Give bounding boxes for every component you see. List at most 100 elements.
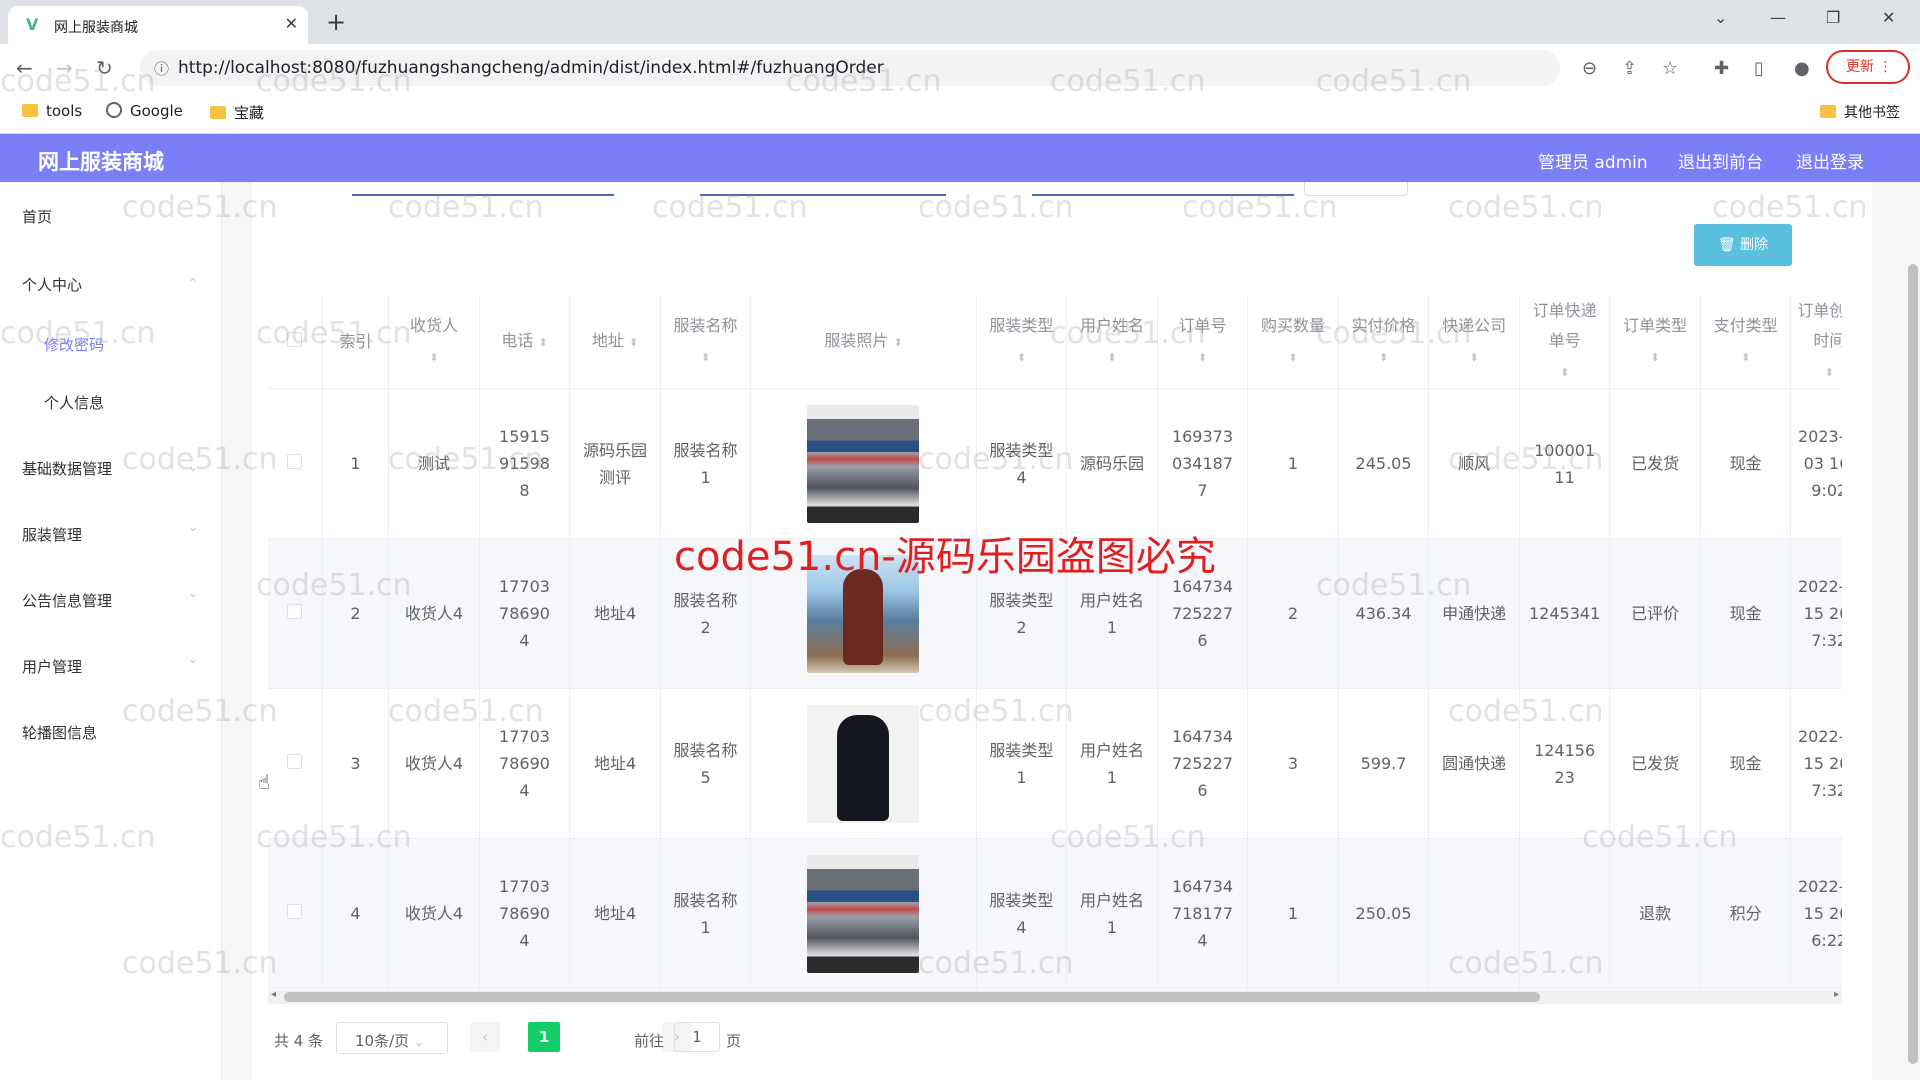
- table-row[interactable]: 4 收货人4 17703786904 地址4 服装名称1 服装类型4 用户姓名1…: [268, 838, 1842, 989]
- col-phone[interactable]: 电话 ⬍: [479, 296, 571, 389]
- back-icon[interactable]: ←: [16, 56, 33, 80]
- col-price[interactable]: 实付价格 ⬍: [1338, 296, 1430, 389]
- sort-icon[interactable]: ⬍: [1741, 351, 1750, 364]
- sort-icon[interactable]: ⬍: [1560, 366, 1569, 379]
- browser-tab[interactable]: V 网上服装商城 ✕: [8, 6, 308, 44]
- sidebar-item-notice[interactable]: 公告信息管理: [22, 590, 112, 611]
- sort-icon[interactable]: ⬍: [1107, 351, 1116, 364]
- bookmark-google[interactable]: Google: [106, 102, 183, 120]
- scroll-left-icon[interactable]: ◂: [271, 989, 276, 1000]
- col-order-type[interactable]: 订单类型 ⬍: [1609, 296, 1701, 389]
- sidepanel-icon[interactable]: ▯: [1754, 58, 1764, 79]
- close-icon[interactable]: ✕: [285, 14, 298, 33]
- table-row[interactable]: 1 测试 15915915988 源码乐园测评 服装名称1 服装类型4 源码乐园…: [268, 388, 1842, 539]
- sort-icon[interactable]: ⬍: [1017, 351, 1026, 364]
- reload-icon[interactable]: ↻: [96, 56, 113, 80]
- star-icon[interactable]: ☆: [1662, 58, 1678, 79]
- cloth-photo[interactable]: [807, 854, 920, 973]
- sort-icon[interactable]: ⬍: [1469, 351, 1478, 364]
- chevron-down-icon[interactable]: ⌄: [1714, 8, 1727, 27]
- row-checkbox[interactable]: [287, 904, 303, 919]
- sidebar-item-carousel[interactable]: 轮播图信息: [22, 722, 97, 743]
- cell-quantity: 1: [1247, 388, 1339, 539]
- info-icon[interactable]: ⓘ: [154, 58, 169, 79]
- sidebar-item-users[interactable]: 用户管理: [22, 656, 82, 677]
- other-bookmarks[interactable]: 其他书签: [1820, 102, 1900, 122]
- sort-icon[interactable]: ⬍: [701, 351, 710, 364]
- sidebar-item-basic-data[interactable]: 基础数据管理: [22, 458, 112, 479]
- window-close-icon[interactable]: ✕: [1882, 8, 1895, 27]
- col-tracking-no[interactable]: 订单快递单号 ⬍: [1519, 296, 1611, 389]
- cell-text: 1647347252276: [1171, 577, 1234, 650]
- sidebar-item-clothing[interactable]: 服装管理: [22, 524, 82, 545]
- cell-price: 599.7: [1338, 688, 1430, 839]
- restore-icon[interactable]: ❐: [1826, 8, 1840, 27]
- forward-icon[interactable]: →: [56, 56, 73, 80]
- horizontal-scrollbar[interactable]: ◂ ▸: [268, 989, 1842, 1004]
- zoom-icon[interactable]: ⊖: [1582, 58, 1597, 79]
- col-cloth-name[interactable]: 服装名称 ⬍: [660, 296, 752, 389]
- cloth-photo[interactable]: [807, 554, 920, 673]
- scroll-right-icon[interactable]: ▸: [1834, 989, 1839, 1000]
- sort-icon[interactable]: ⬍: [1825, 366, 1834, 379]
- new-tab-icon[interactable]: +: [326, 8, 346, 36]
- sort-icon[interactable]: ⬍: [1379, 351, 1388, 364]
- cloth-photo[interactable]: [807, 704, 920, 823]
- col-index[interactable]: 索引: [322, 296, 390, 389]
- sort-icon[interactable]: ⬍: [429, 351, 438, 364]
- row-checkbox[interactable]: [287, 754, 303, 769]
- sort-icon[interactable]: ⬍: [629, 336, 638, 349]
- col-order-no[interactable]: 订单号 ⬍: [1157, 296, 1249, 389]
- extensions-icon[interactable]: ✚: [1714, 58, 1729, 79]
- bookmark-treasure[interactable]: 宝藏: [210, 102, 264, 123]
- address-bar[interactable]: ⓘ http://localhost:8080/fuzhuangshangche…: [140, 50, 1560, 86]
- col-cloth-type[interactable]: 服装类型 ⬍: [976, 296, 1068, 389]
- current-page[interactable]: 1: [528, 1022, 560, 1052]
- col-pay-type[interactable]: 支付类型 ⬍: [1700, 296, 1792, 389]
- front-link[interactable]: 退出到前台: [1678, 148, 1763, 173]
- col-receiver[interactable]: 收货人 ⬍: [388, 296, 480, 389]
- col-quantity[interactable]: 购买数量 ⬍: [1247, 296, 1339, 389]
- table-row[interactable]: 2 收货人4 17703786904 地址4 服装名称2 服装类型2 用户姓名1…: [268, 538, 1842, 689]
- search-input-name[interactable]: [1032, 194, 1294, 196]
- page-size-select[interactable]: 10条/页 ⌄: [336, 1022, 448, 1054]
- table-header-row: 索引 收货人 ⬍ 电话 ⬍ 地址 ⬍ 服装名称 ⬍ 服装照片 ⬍ 服装类型 ⬍ 用户姓…: [268, 296, 1842, 389]
- sort-icon[interactable]: ⬍: [1651, 351, 1660, 364]
- search-button[interactable]: [1304, 182, 1408, 196]
- sidebar-item-home[interactable]: 首页: [22, 206, 52, 227]
- profile-icon[interactable]: ●: [1794, 58, 1810, 79]
- col-courier[interactable]: 快递公司 ⬍: [1428, 296, 1520, 389]
- share-icon[interactable]: ⇪: [1622, 58, 1637, 79]
- search-input-receiver[interactable]: [352, 194, 614, 196]
- delete-button[interactable]: 🗑 删除: [1694, 224, 1792, 266]
- cell-text: 服装名称2: [673, 590, 738, 637]
- bookmark-tools[interactable]: tools: [22, 102, 82, 120]
- cell-text: 服装类型1: [989, 740, 1054, 787]
- sort-icon[interactable]: ⬍: [538, 336, 547, 349]
- sort-icon[interactable]: ⬍: [1198, 351, 1207, 364]
- select-all-checkbox[interactable]: [287, 332, 303, 347]
- scrollbar-thumb[interactable]: [284, 992, 1540, 1002]
- col-user-name[interactable]: 用户姓名 ⬍: [1066, 296, 1158, 389]
- table-row[interactable]: 3 收货人4 17703786904 地址4 服装名称5 服装类型1 用户姓名1…: [268, 688, 1842, 839]
- sort-icon[interactable]: ⬍: [893, 336, 902, 349]
- col-created[interactable]: 订单创建时间 ⬍: [1790, 296, 1842, 389]
- row-checkbox[interactable]: [287, 454, 303, 469]
- cloth-photo[interactable]: [807, 404, 920, 523]
- sort-icon[interactable]: ⬍: [1288, 351, 1297, 364]
- sidebar-item-personal-info[interactable]: 个人信息: [44, 392, 104, 413]
- vertical-scrollbar[interactable]: [1908, 264, 1918, 1064]
- cell-cloth-type: 服装类型4: [976, 838, 1068, 989]
- col-cloth-photo[interactable]: 服装照片 ⬍: [750, 296, 977, 389]
- logout-link[interactable]: 退出登录: [1796, 148, 1864, 173]
- goto-page-input[interactable]: 1: [674, 1022, 720, 1052]
- cell-price: 250.05: [1338, 838, 1430, 989]
- sidebar-item-change-password[interactable]: 修改密码: [44, 334, 104, 355]
- sidebar-item-personal-center[interactable]: 个人中心: [22, 274, 82, 295]
- search-input-phone[interactable]: [700, 194, 946, 196]
- row-checkbox[interactable]: [287, 604, 303, 619]
- col-address[interactable]: 地址 ⬍: [569, 296, 661, 389]
- update-button[interactable]: 更新 ⋮: [1826, 50, 1910, 84]
- prev-page-button[interactable]: ‹: [470, 1022, 500, 1052]
- minimize-icon[interactable]: —: [1770, 8, 1786, 27]
